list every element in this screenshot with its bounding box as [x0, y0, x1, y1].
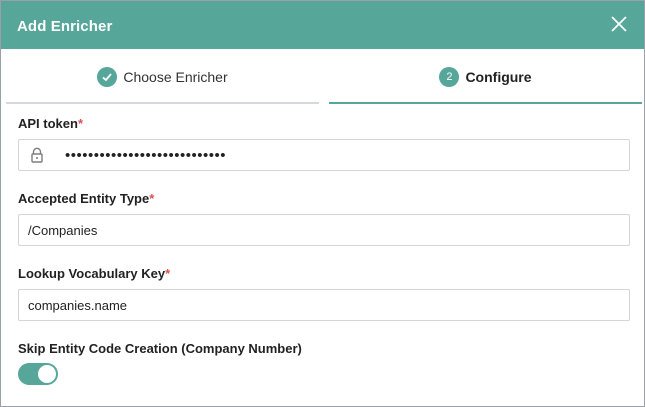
close-button[interactable]	[608, 13, 630, 35]
step-label: Choose Enricher	[123, 69, 228, 85]
lookup-vocabulary-key-value: companies.name	[28, 297, 127, 313]
accepted-entity-type-field[interactable]: /Companies	[18, 214, 630, 246]
step-active-underline	[329, 102, 642, 104]
accepted-entity-type-value: /Companies	[28, 222, 98, 238]
step-choose-enricher[interactable]: Choose Enricher	[6, 49, 319, 105]
lookup-vocabulary-key-field[interactable]: companies.name	[18, 289, 630, 321]
api-token-label-text: API token	[18, 116, 78, 131]
required-marker: *	[149, 191, 155, 206]
toggle-knob	[38, 365, 56, 383]
close-icon	[611, 16, 627, 32]
step-underline	[6, 102, 319, 104]
api-token-value: ••••••••••••••••••••••••••••	[65, 146, 227, 164]
required-marker: *	[77, 116, 84, 131]
lock-icon-wrap	[19, 140, 55, 170]
accepted-entity-type-label: Accepted Entity Type*	[18, 191, 154, 206]
api-token-label: API token*	[18, 116, 83, 131]
step-completed-badge	[97, 67, 118, 87]
lookup-vocabulary-key-label-text: Lookup Vocabulary Key	[18, 266, 166, 281]
step-label: Configure	[465, 69, 532, 85]
skip-entity-code-creation-toggle[interactable]	[18, 363, 58, 385]
lock-icon	[31, 147, 43, 163]
api-token-field[interactable]: ••••••••••••••••••••••••••••	[18, 139, 630, 171]
dialog-header: Add Enricher	[1, 1, 644, 49]
required-marker: *	[165, 266, 171, 281]
wizard-steps: Choose Enricher 2 Configure	[1, 49, 644, 105]
lookup-vocabulary-key-label: Lookup Vocabulary Key*	[18, 266, 170, 281]
step-number-badge: 2	[439, 67, 460, 87]
add-enricher-dialog: Add Enricher Choose Enricher 2 Configure…	[0, 0, 645, 407]
step-configure[interactable]: 2 Configure	[329, 49, 642, 105]
accepted-entity-type-label-text: Accepted Entity Type	[18, 191, 150, 206]
skip-entity-code-creation-label: Skip Entity Code Creation (Company Numbe…	[18, 341, 302, 356]
check-icon	[102, 73, 113, 82]
dialog-title: Add Enricher	[17, 18, 113, 35]
